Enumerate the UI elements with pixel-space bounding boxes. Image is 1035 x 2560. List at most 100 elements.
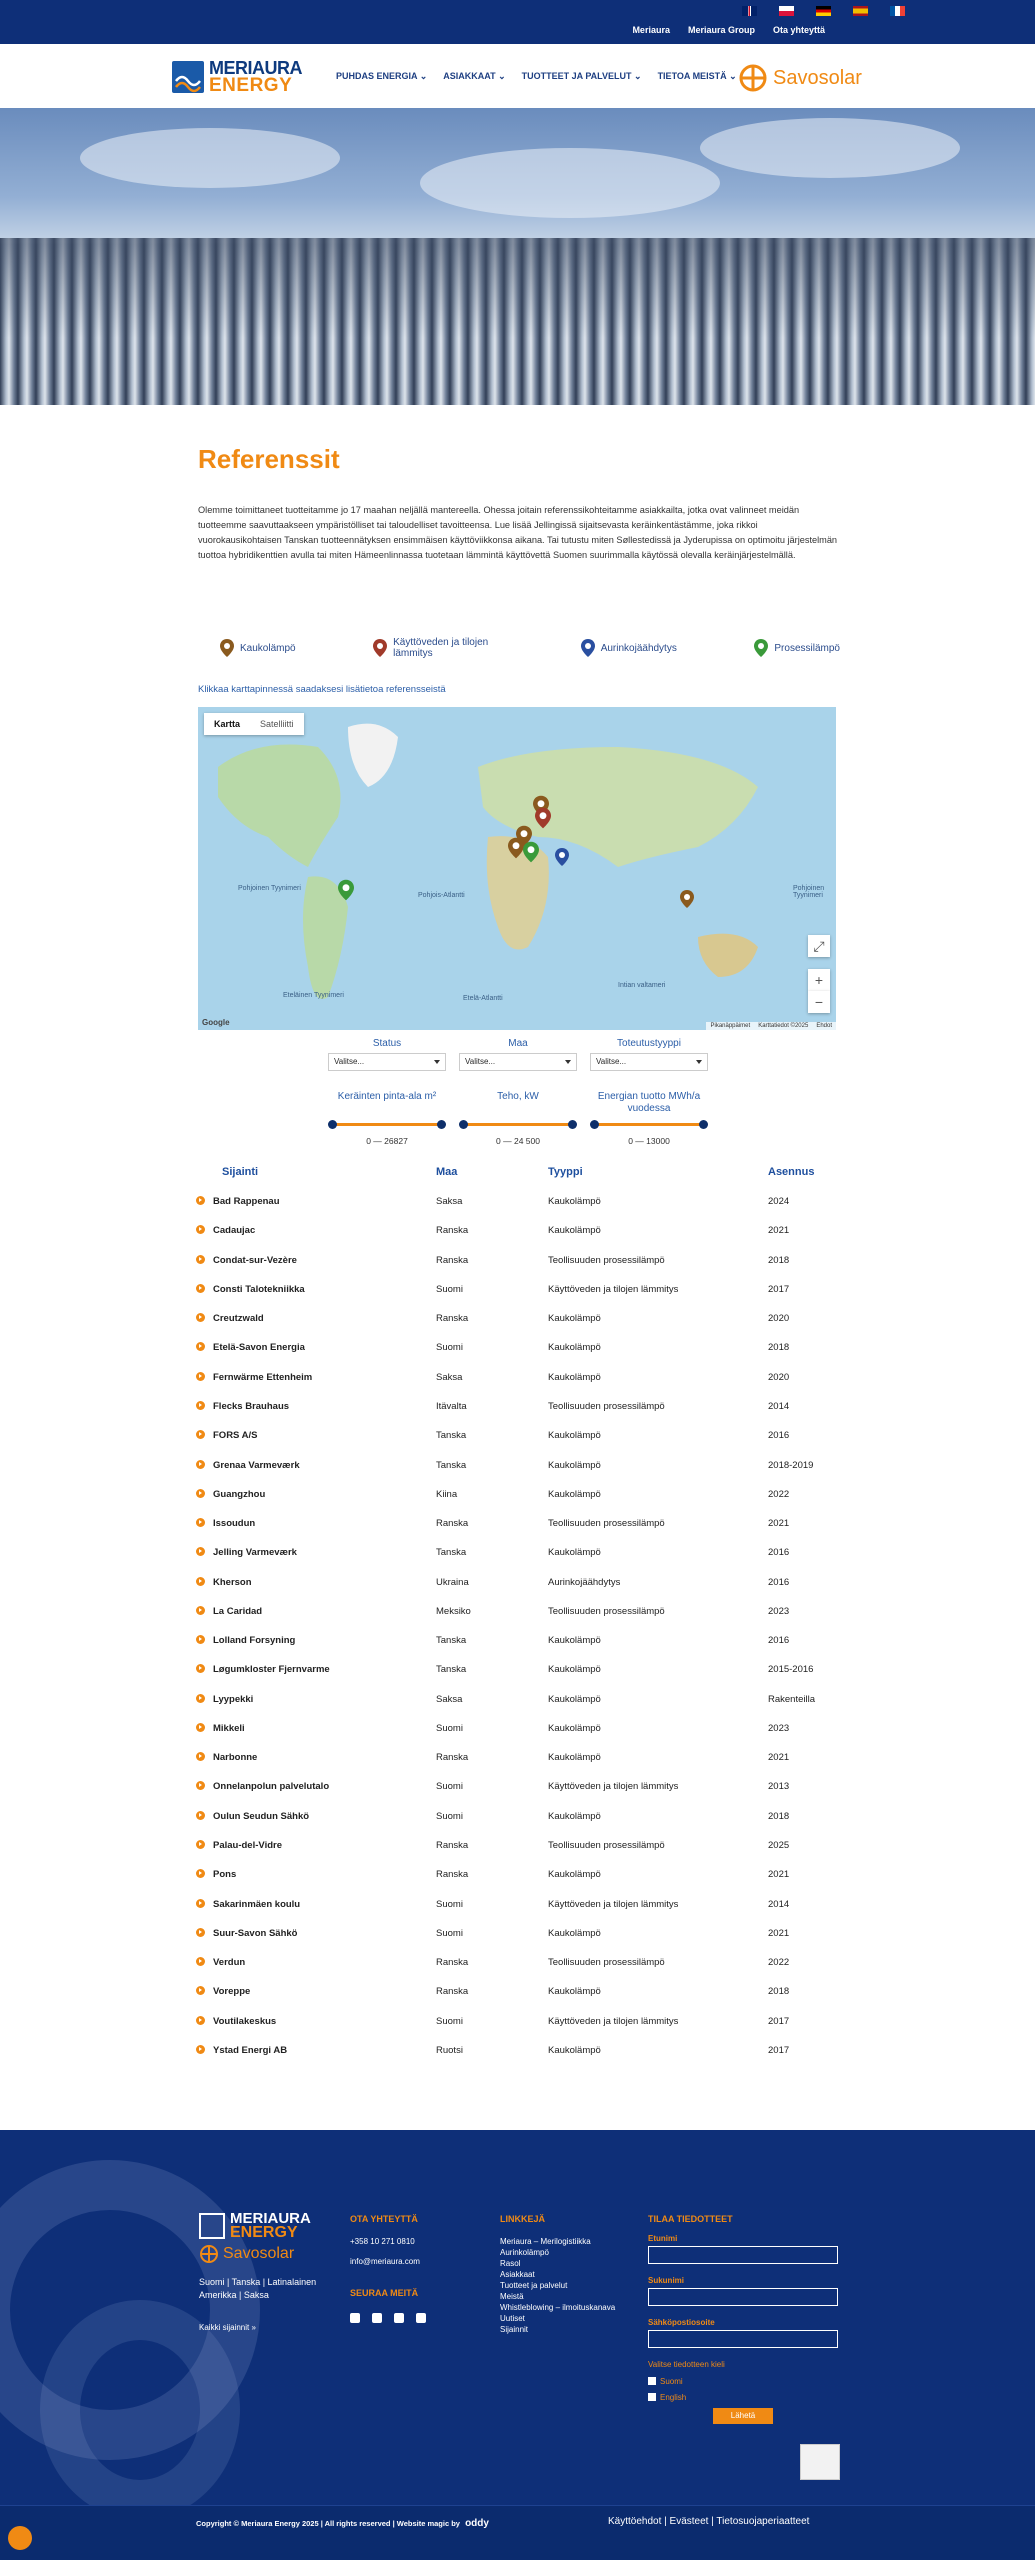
spain-flag-icon[interactable] [853, 6, 868, 16]
agency-link[interactable]: oddy [465, 2518, 489, 2529]
table-row[interactable]: Løgumkloster Fjernvarme Tanska Kaukolämpö 2… [196, 1655, 836, 1684]
expand-arrow-icon[interactable] [196, 1605, 205, 1615]
toplink-contact[interactable]: Ota yhteyttä [773, 25, 825, 35]
expand-arrow-icon[interactable] [196, 1459, 205, 1469]
expand-arrow-icon[interactable] [196, 1254, 205, 1264]
table-row[interactable]: Lolland Forsyning Tanska Kaukolämpö 2016 [196, 1626, 836, 1655]
checkbox[interactable] [648, 2377, 656, 2385]
expand-arrow-icon[interactable] [196, 1342, 205, 1352]
zoom-out-button[interactable]: − [808, 991, 830, 1013]
col-tyyppi[interactable]: Tyyppi [548, 1165, 768, 1187]
legal-links[interactable]: Käyttöehdot | Evästeet | Tietosuojaperia… [608, 2516, 809, 2528]
germany-flag-icon[interactable] [816, 6, 831, 16]
expand-arrow-icon[interactable] [196, 1313, 205, 1323]
expand-arrow-icon[interactable] [196, 1518, 205, 1528]
table-row[interactable]: Kherson Ukraina Aurinkojäähdytys 2016 [196, 1567, 836, 1596]
world-map[interactable]: Kartta Satelliitti Pohjoinen Tyynimeri P… [198, 707, 836, 1030]
meriaura-energy-logo[interactable]: MERIAURA ENERGY [172, 59, 303, 95]
expand-arrow-icon[interactable] [196, 2015, 205, 2025]
expand-arrow-icon[interactable] [196, 1986, 205, 1996]
table-row[interactable]: FORS A/S Tanska Kaukolämpö 2016 [196, 1421, 836, 1450]
footer-link[interactable]: Meistä [500, 2291, 615, 2302]
facebook-icon[interactable] [394, 2313, 404, 2323]
map-pin-kaukolampo-icon[interactable] [508, 837, 524, 859]
expand-arrow-icon[interactable] [196, 1635, 205, 1645]
toplink-meriaura[interactable]: Meriaura [632, 25, 670, 35]
table-row[interactable]: Verdun Ranska Teollisuuden prosessilämpö 20… [196, 1948, 836, 1977]
checkbox[interactable] [648, 2393, 656, 2401]
table-row[interactable]: Issoudun Ranska Teollisuuden prosessilämpö… [196, 1509, 836, 1538]
email-input[interactable] [648, 2330, 838, 2348]
map-pin-kayttovesi-icon[interactable] [535, 807, 551, 829]
table-row[interactable]: Etelä-Savon Energia Suomi Kaukolämpö 2018 [196, 1333, 836, 1362]
expand-arrow-icon[interactable] [196, 1869, 205, 1879]
expand-arrow-icon[interactable] [196, 1576, 205, 1586]
expand-arrow-icon[interactable] [196, 1196, 205, 1206]
table-row[interactable]: Voutilakeskus Suomi Käyttöveden ja tilojen… [196, 2006, 836, 2035]
status-select[interactable]: Valitse... [328, 1053, 446, 1071]
map-shortcuts-link[interactable]: Pikanäppäimet [710, 1023, 750, 1029]
footer-link[interactable]: Asiakkaat [500, 2269, 615, 2280]
slider-track[interactable] [328, 1120, 446, 1129]
poland-flag-icon[interactable] [779, 6, 794, 16]
table-row[interactable]: Fernwärme Ettenheim Saksa Kaukolämpö 2020 [196, 1363, 836, 1392]
expand-arrow-icon[interactable] [196, 1957, 205, 1967]
footer-link[interactable]: Tuotteet ja palvelut [500, 2280, 615, 2291]
footer-link[interactable]: Uutiset [500, 2313, 615, 2324]
footer-all-locations[interactable]: Kaikki sijainnit » [199, 2322, 256, 2334]
menu-item-asiakkaat[interactable]: ASIAKKAAT ⌄ [443, 71, 505, 82]
expand-arrow-icon[interactable] [196, 1400, 205, 1410]
table-row[interactable]: Jelling Varmeværk Tanska Kaukolämpö 2016 [196, 1538, 836, 1567]
uk-flag-icon[interactable] [742, 6, 757, 16]
expand-arrow-icon[interactable] [196, 1781, 205, 1791]
expand-arrow-icon[interactable] [196, 1225, 205, 1235]
table-row[interactable]: Consti Talotekniikka Suomi Käyttöveden ja … [196, 1275, 836, 1304]
expand-arrow-icon[interactable] [196, 1430, 205, 1440]
expand-arrow-icon[interactable] [196, 1810, 205, 1820]
table-row[interactable]: Creutzwald Ranska Kaukolämpö 2020 [196, 1304, 836, 1333]
slider-min-handle[interactable] [328, 1120, 337, 1129]
table-row[interactable]: Oulun Seudun Sähkö Suomi Kaukolämpö 2018 [196, 1802, 836, 1831]
expand-arrow-icon[interactable] [196, 1693, 205, 1703]
newsletter-submit-button[interactable]: Lähetä [713, 2408, 773, 2424]
lang-option-suomi[interactable]: Suomi [648, 2376, 683, 2388]
table-row[interactable]: La Caridad Meksiko Teollisuuden prosessilä… [196, 1597, 836, 1626]
twitter-icon[interactable] [350, 2313, 360, 2323]
table-row[interactable]: Palau-del-Vidre Ranska Teollisuuden proses… [196, 1831, 836, 1860]
footer-link[interactable]: Rasol [500, 2258, 615, 2269]
table-row[interactable]: Mikkeli Suomi Kaukolämpö 2023 [196, 1714, 836, 1743]
expand-arrow-icon[interactable] [196, 1547, 205, 1557]
footer-email[interactable]: info@meriaura.com [350, 2256, 420, 2268]
tab-kartta[interactable]: Kartta [204, 713, 250, 735]
type-select[interactable]: Valitse... [590, 1053, 708, 1071]
table-row[interactable]: Bad Rappenau Saksa Kaukolämpö 2024 [196, 1187, 836, 1216]
table-row[interactable]: Grenaa Varmeværk Tanska Kaukolämpö 2018-201… [196, 1450, 836, 1479]
expand-arrow-icon[interactable] [196, 1488, 205, 1498]
table-row[interactable]: Pons Ranska Kaukolämpö 2021 [196, 1860, 836, 1889]
slider-max-handle[interactable] [699, 1120, 708, 1129]
expand-arrow-icon[interactable] [196, 1839, 205, 1849]
zoom-in-button[interactable]: + [808, 969, 830, 991]
savosolar-logo[interactable]: Savosolar [738, 63, 862, 93]
last-name-input[interactable] [648, 2288, 838, 2306]
expand-arrow-icon[interactable] [196, 1371, 205, 1381]
footer-link[interactable]: Whistleblowing – ilmoituskanava [500, 2302, 615, 2313]
lang-option-english[interactable]: English [648, 2392, 686, 2404]
expand-arrow-icon[interactable] [196, 1664, 205, 1674]
accessibility-button[interactable] [8, 2526, 32, 2550]
footer-link[interactable]: Aurinkolämpö [500, 2247, 615, 2258]
slider-track[interactable] [459, 1120, 577, 1129]
expand-arrow-icon[interactable] [196, 1927, 205, 1937]
expand-arrow-icon[interactable] [196, 1722, 205, 1732]
expand-arrow-icon[interactable] [196, 1898, 205, 1908]
toplink-meriaura-group[interactable]: Meriaura Group [688, 25, 755, 35]
table-row[interactable]: Onnelanpolun palvelutalo Suomi Käyttöveden… [196, 1772, 836, 1801]
slider-max-handle[interactable] [437, 1120, 446, 1129]
slider-max-handle[interactable] [568, 1120, 577, 1129]
table-row[interactable]: Guangzhou Kiina Kaukolämpö 2022 [196, 1480, 836, 1509]
footer-link[interactable]: Sijainnit [500, 2324, 615, 2335]
expand-arrow-icon[interactable] [196, 1283, 205, 1293]
fullscreen-button[interactable]: ⤢ [808, 935, 830, 957]
footer-link[interactable]: Meriaura – Merilogistiikka [500, 2236, 615, 2247]
map-pin-prosessilampo-icon[interactable] [523, 841, 539, 863]
